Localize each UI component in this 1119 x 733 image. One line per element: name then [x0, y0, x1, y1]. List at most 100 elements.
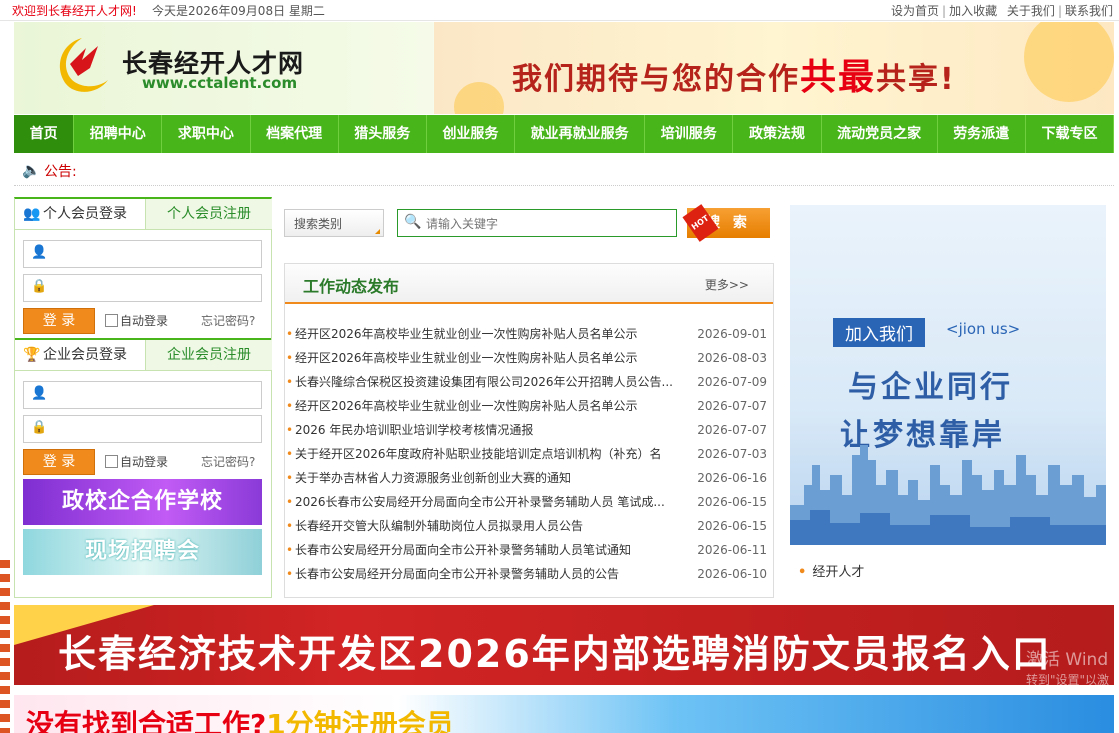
news-title: 工作动态发布 [303, 277, 400, 296]
enterprise-login-button[interactable]: 登 录 [23, 449, 95, 475]
contact-link[interactable]: 联系我们 [1065, 4, 1113, 18]
speaker-icon: 🔈 [22, 161, 41, 179]
tab-enterprise-register[interactable]: 企业会员注册 [145, 340, 272, 370]
enterprise-login-form: 👤 🔒 登 录 自动登录 忘记密码? [15, 371, 271, 475]
list-item[interactable]: • 长春兴隆综合保税区投资建设集团有限公司2026年公开招聘人员公告... 2026… [285, 370, 773, 394]
recruitment-banner[interactable]: 长春经济技术开发区2026年内部选聘消防文员报名入口 [14, 605, 1114, 685]
personal-login-button[interactable]: 登 录 [23, 308, 95, 334]
header-banner[interactable]: 我们期待与您的合作共最共享! [434, 22, 1114, 114]
nav-recruitment[interactable]: 招聘中心 [74, 115, 163, 153]
search-icon: 🔍 [404, 214, 422, 230]
list-item[interactable]: • 关于经开区2026年度政府补贴职业技能培训定点培训机构（补充）名 2026-07… [285, 442, 773, 466]
top-links: 设为首页 | 加入收藏 关于我们 | 联系我们 [891, 4, 1113, 18]
nav-policies[interactable]: 政策法规 [733, 115, 822, 153]
lock-icon: 🔒 [31, 420, 48, 435]
list-item[interactable]: • 长春市公安局经开分局面向全市公开补录警务辅助人员笔试通知 2026-06-11 [285, 538, 773, 562]
school-enterprise-promo[interactable]: 政校企合作学校 [23, 479, 262, 525]
tab-personal-login[interactable]: 👥 个人会员登录 [15, 199, 145, 229]
hot-badge: HOT [682, 204, 719, 242]
enterprise-forgot-link[interactable]: 忘记密码? [201, 453, 255, 470]
top-bar: 欢迎到长春经开人才网! 今天是2026年09月08日 星期二 设为首页 | 加入收藏… [0, 0, 1119, 21]
enterprise-tabs: 🏆 企业会员登录 企业会员注册 [15, 338, 272, 371]
tab-personal-register[interactable]: 个人会员注册 [145, 199, 272, 229]
login-panel: 👥 个人会员登录 个人会员注册 👤 🔒 登 录 自动登录 忘记密码? 🏆 企业会员登… [14, 197, 272, 598]
checkbox-icon[interactable] [105, 455, 118, 468]
set-homepage-link[interactable]: 设为首页 [891, 4, 939, 18]
job-fair-promo[interactable]: 现场招聘会 [23, 529, 262, 575]
enterprise-password-input[interactable] [52, 418, 256, 440]
nav-training[interactable]: 培训服务 [645, 115, 734, 153]
news-header: 工作动态发布 更多>> [285, 263, 773, 304]
lock-icon: 🔒 [31, 279, 48, 294]
user-group-icon: 👥 [23, 206, 41, 222]
personal-auto-login[interactable]: 自动登录 [105, 312, 168, 329]
tab-enterprise-login[interactable]: 🏆 企业会员登录 [15, 340, 145, 370]
news-more-link[interactable]: 更多>> [705, 276, 749, 293]
register-banner-text: 没有找到合适工作?1分钟注册会员 [26, 708, 454, 733]
personal-password-input[interactable] [52, 277, 256, 299]
user-icon: 👤 [31, 386, 48, 401]
nav-reemployment[interactable]: 就业再就业服务 [515, 115, 646, 153]
nav-headhunting[interactable]: 猎头服务 [339, 115, 427, 153]
dropdown-arrow-icon [375, 229, 380, 234]
nav-downloads[interactable]: 下载专区 [1026, 115, 1115, 153]
nav-party-members[interactable]: 流动党员之家 [822, 115, 938, 153]
date-text: 今天是2026年09月08日 星期二 [152, 4, 325, 18]
trophy-icon: 🏆 [23, 347, 41, 363]
list-item[interactable]: • 长春经开交管大队编制外辅助岗位人员拟录用人员公告 2026-06-15 [285, 514, 773, 538]
list-item[interactable]: • 经开区2026年高校毕业生就业创业一次性购房补贴人员名单公示 2026-07-0… [285, 394, 773, 418]
right-caption[interactable]: • 经开人才 [798, 561, 864, 580]
site-url: www.cctalent.com [142, 74, 298, 92]
list-item[interactable]: • 长春市公安局经开分局面向全市公开补录警务辅助人员的公告 2026-06-10 [285, 562, 773, 586]
personal-login-form: 👤 🔒 登 录 自动登录 忘记密码? [15, 230, 271, 334]
city-skyline-icon [790, 445, 1106, 545]
list-item[interactable]: • 2026 年民办培训职业培训学校考核情况通报 2026-07-07 [285, 418, 773, 442]
about-link[interactable]: 关于我们 [1007, 4, 1055, 18]
search-field[interactable]: 🔍 [397, 209, 677, 237]
join-us-label: 加入我们 [833, 318, 925, 347]
nav-labor-dispatch[interactable]: 劳务派遣 [938, 115, 1026, 153]
enterprise-username-field[interactable]: 👤 [23, 381, 262, 409]
personal-tabs: 👥 个人会员登录 个人会员注册 [15, 199, 272, 230]
main-column: 搜索类别 🔍 HOT搜 索 工作动态发布 更多>> •经开区2026年高校毕业生… [284, 203, 778, 598]
banner-slogan: 我们期待与您的合作共最共享! [512, 57, 956, 98]
nav-home[interactable]: 首页 [14, 115, 75, 153]
news-panel: 工作动态发布 更多>> • 经开区2026年高校毕业生就业创业一次性购房补贴人员名… [284, 263, 774, 598]
right-column: 加入我们 <jion us> 与企业同行 让梦想靠岸 • 经开人才 [790, 205, 1106, 597]
search-input[interactable] [424, 213, 668, 235]
welcome-text: 欢迎到长春经开人才网! [12, 4, 137, 18]
user-icon: 👤 [31, 245, 48, 260]
recruitment-banner-text: 长春经济技术开发区2026年内部选聘消防文员报名入口 [58, 632, 1052, 676]
list-item[interactable]: • 经开区2026年高校毕业生就业创业一次性购房补贴人员名单公示 2026-08-0… [285, 346, 773, 370]
checkbox-icon[interactable] [105, 314, 118, 327]
list-item[interactable]: • 2026长春市公安局经开分局面向全市公开补录警务辅助人员 笔试成... 2026… [285, 490, 773, 514]
join-us-ad[interactable]: 加入我们 <jion us> 与企业同行 让梦想靠岸 [790, 205, 1106, 545]
windows-activation-watermark: 激活 Wind 转到"设置"以激 [1026, 650, 1110, 687]
logo-icon[interactable] [52, 34, 112, 96]
nav-entrepreneurship[interactable]: 创业服务 [427, 115, 516, 153]
search-category-select[interactable]: 搜索类别 [284, 209, 384, 237]
personal-password-field[interactable]: 🔒 [23, 274, 262, 302]
enterprise-username-input[interactable] [52, 384, 256, 406]
search-button[interactable]: HOT 搜 索 [682, 204, 770, 242]
notice-label: 公告: [44, 164, 77, 180]
side-float-ad[interactable] [0, 560, 10, 733]
nav-job-seeking[interactable]: 求职中心 [162, 115, 251, 153]
enterprise-auto-login[interactable]: 自动登录 [105, 453, 168, 470]
search-bar: 搜索类别 🔍 HOT搜 索 [284, 203, 778, 242]
enterprise-password-field[interactable]: 🔒 [23, 415, 262, 443]
header: 长春经开人才网 www.cctalent.com 我们期待与您的合作共最共享! [14, 22, 1114, 114]
list-item[interactable]: • 经开区2026年高校毕业生就业创业一次性购房补贴人员名单公示 2026-09-0… [285, 322, 773, 346]
personal-forgot-link[interactable]: 忘记密码? [201, 312, 255, 329]
join-us-en: <jion us> [946, 320, 1021, 338]
add-favorite-link[interactable]: 加入收藏 [949, 4, 997, 18]
register-banner[interactable]: 没有找到合适工作?1分钟注册会员 [14, 695, 1114, 733]
list-item[interactable]: • 关于举办吉林省人力资源服务业创新创业大赛的通知 2026-06-16 [285, 466, 773, 490]
personal-username-field[interactable]: 👤 [23, 240, 262, 268]
personal-username-input[interactable] [52, 243, 256, 265]
notice-bar: 🔈 公告: [14, 155, 1114, 186]
ad-line1: 与企业同行 [848, 370, 1013, 405]
nav-archives[interactable]: 档案代理 [251, 115, 339, 153]
news-list: • 经开区2026年高校毕业生就业创业一次性购房补贴人员名单公示 2026-09-0… [285, 322, 773, 586]
main-nav: 首页 招聘中心 求职中心 档案代理 猎头服务 创业服务 就业再就业服务 培训服务… [14, 115, 1115, 153]
